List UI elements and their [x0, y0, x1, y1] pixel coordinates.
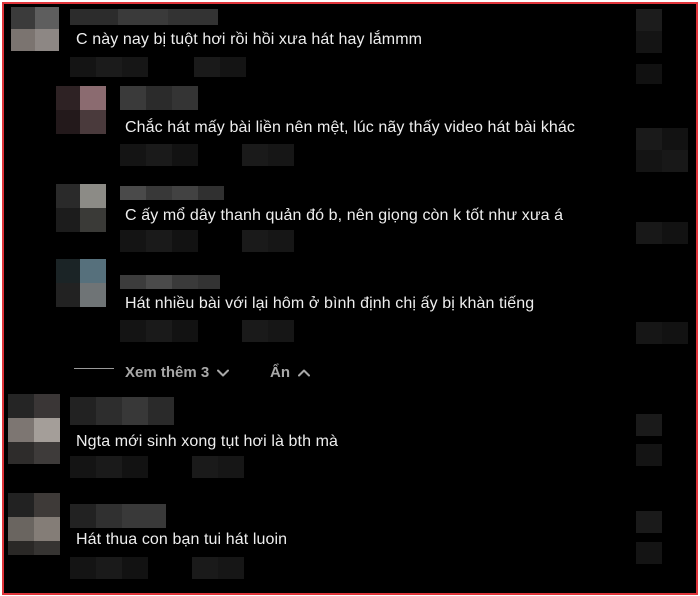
reply-text: Hát nhiều bài với lại hôm ở bình định ch…	[125, 295, 535, 312]
chevron-up-icon	[298, 364, 310, 381]
hide-label: Ẩn	[270, 363, 290, 381]
comment-text: Ngta mới sinh xong tụt hơi là bth mà	[76, 433, 339, 450]
comment-text: C này nay bị tuột hơi rồi hồi xưa hát ha…	[76, 31, 423, 48]
view-more-label: Xem thêm 3	[125, 363, 210, 381]
chevron-down-icon	[217, 364, 230, 381]
comment-text: Hát thua con bạn tui hát luoin	[76, 531, 288, 548]
reply-text: Chắc hát mấy bài liền nên mệt, lúc nãy t…	[125, 119, 576, 136]
replies-divider	[74, 368, 114, 369]
comment-thread: C này nay bị tuột hơi rồi hồi xưa hát ha…	[2, 2, 698, 595]
hide-replies-button[interactable]: Ẩn	[270, 361, 310, 383]
view-more-replies-button[interactable]: Xem thêm 3	[125, 361, 230, 383]
reply-text: C ấy mổ dây thanh quản đó b, nên giọng c…	[125, 207, 564, 224]
